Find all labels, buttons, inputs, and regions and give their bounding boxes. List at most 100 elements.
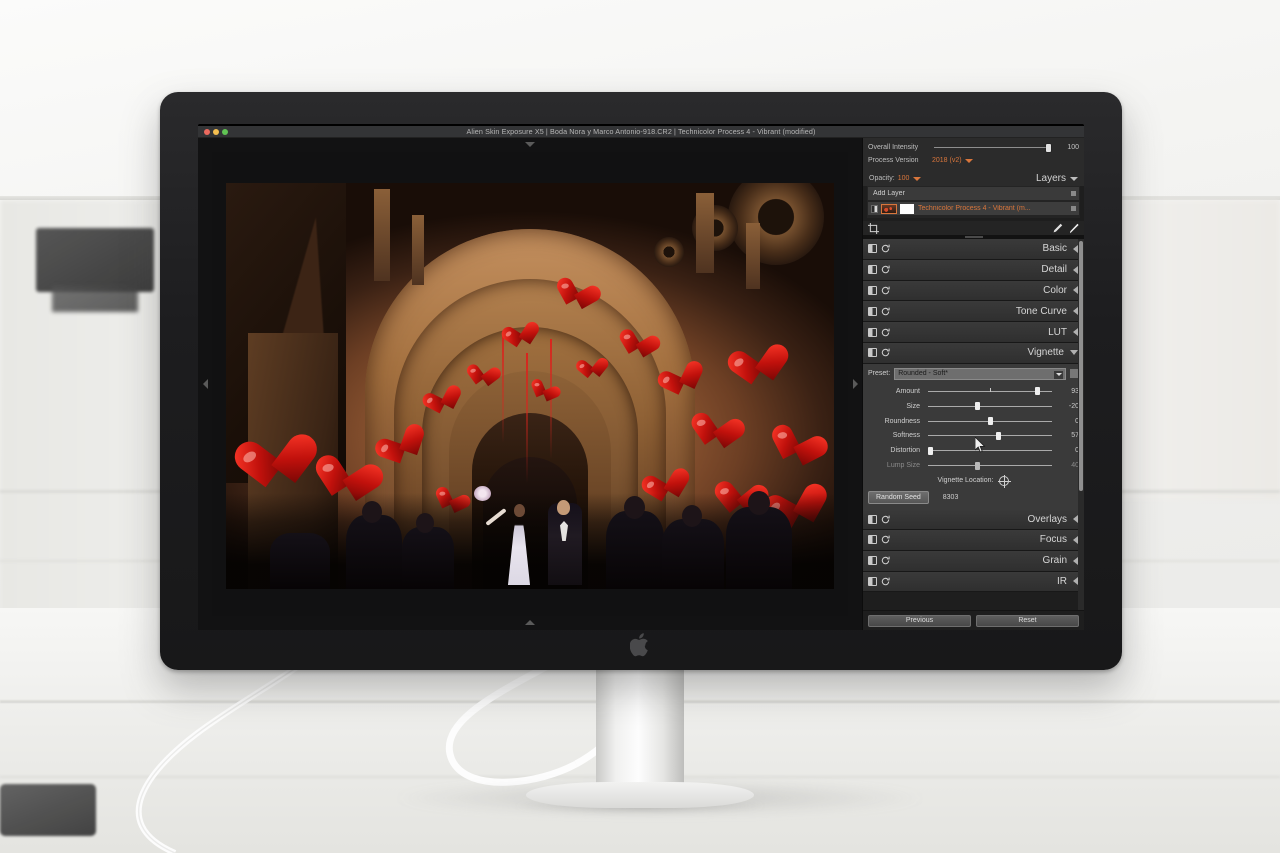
reset-button[interactable]: Reset: [976, 614, 1079, 627]
layer-thumbnail[interactable]: [881, 203, 897, 214]
section-lut[interactable]: LUT: [863, 322, 1084, 343]
layers-chevron-down-icon[interactable]: [1070, 176, 1078, 181]
before-after-icon[interactable]: [868, 244, 877, 254]
brush-icon[interactable]: [1052, 223, 1063, 234]
reset-section-icon[interactable]: [881, 286, 890, 295]
before-after-icon[interactable]: [868, 576, 877, 586]
slider-track[interactable]: [928, 402, 1052, 411]
section-detail[interactable]: Detail: [863, 259, 1084, 281]
slider-track[interactable]: [928, 431, 1052, 440]
before-after-icon[interactable]: [868, 265, 877, 275]
slider-track[interactable]: [928, 461, 1052, 470]
close-button[interactable]: [204, 128, 210, 135]
section-tone-curve[interactable]: Tone Curve: [863, 301, 1084, 323]
slider-handle[interactable]: [996, 431, 1002, 440]
vignette-slider-roundness[interactable]: Roundness 0: [868, 414, 1079, 429]
layer-options-icon[interactable]: [1071, 206, 1076, 211]
before-after-icon[interactable]: [868, 327, 877, 337]
slider-handle[interactable]: [1034, 387, 1040, 396]
vignette-slider-distortion[interactable]: Distortion 0: [868, 443, 1079, 458]
monitor-stand-base: [526, 782, 754, 808]
reset-section-icon[interactable]: [881, 556, 890, 565]
section-color[interactable]: Color: [863, 280, 1084, 302]
vignette-body: Preset: Rounded - Soft* Amount 93 Size -…: [863, 363, 1084, 510]
photo-canvas[interactable]: © Alejandro Gutierrez: [226, 183, 834, 589]
section-vignette[interactable]: Vignette: [863, 342, 1084, 364]
bottom-panel-handle[interactable]: [198, 616, 862, 630]
section-controls: [868, 556, 890, 566]
slider-handle[interactable]: [927, 446, 933, 455]
section-overlays[interactable]: Overlays: [863, 509, 1084, 530]
left-panel-handle[interactable]: [198, 138, 212, 630]
sections-scrollbar-thumb[interactable]: [1079, 241, 1083, 491]
photo-container[interactable]: © Alejandro Gutierrez: [198, 152, 862, 616]
add-layer-button-icon[interactable]: [1071, 191, 1076, 196]
opacity-value[interactable]: 100: [898, 175, 910, 182]
reset-section-icon[interactable]: [881, 328, 890, 337]
reset-section-icon[interactable]: [881, 265, 890, 274]
reset-section-icon[interactable]: [881, 535, 890, 544]
section-controls: [868, 265, 890, 275]
section-grain[interactable]: Grain: [863, 550, 1084, 572]
slider-track[interactable]: [927, 446, 1052, 455]
vignette-location-row: Vignette Location:: [868, 473, 1079, 488]
right-panel: Overall Intensity 100 Process Version 20…: [862, 138, 1084, 630]
zoom-button[interactable]: [222, 128, 228, 135]
sections-top-group: Basic Detail Color Tone Curve LUT Vignet…: [863, 239, 1084, 364]
slider-handle[interactable]: [975, 402, 981, 411]
section-label: Tone Curve: [1015, 305, 1067, 317]
section-basic[interactable]: Basic: [863, 239, 1084, 260]
reset-section-icon[interactable]: [881, 515, 890, 524]
before-after-icon[interactable]: [868, 306, 877, 316]
preset-chevron-down-icon[interactable]: [1054, 370, 1063, 379]
overall-intensity-row[interactable]: Overall Intensity 100: [868, 142, 1079, 153]
process-version-row[interactable]: Process Version 2018 (v2): [868, 155, 1079, 166]
before-after-icon[interactable]: [868, 514, 877, 524]
before-after-icon[interactable]: [868, 556, 877, 566]
random-seed-button[interactable]: Random Seed: [868, 491, 929, 505]
vignette-slider-amount[interactable]: Amount 93: [868, 384, 1079, 399]
section-focus[interactable]: Focus: [863, 529, 1084, 551]
opacity-chevron-down-icon[interactable]: [913, 176, 922, 181]
reset-section-icon[interactable]: [881, 577, 890, 586]
add-layer-label: Add Layer: [873, 190, 905, 197]
previous-button[interactable]: Previous: [868, 614, 971, 627]
crop-icon[interactable]: [868, 222, 879, 234]
layer-row[interactable]: Technicolor Process 4 - Vibrant (m...: [868, 202, 1079, 215]
top-panel-handle[interactable]: [198, 138, 862, 152]
vignette-slider-size[interactable]: Size -20: [868, 399, 1079, 414]
reset-section-icon[interactable]: [881, 348, 890, 357]
chevron-down-icon[interactable]: [1070, 350, 1078, 356]
preset-row: Preset: Rounded - Soft*: [868, 367, 1079, 380]
layer-mask-swatch[interactable]: [900, 203, 914, 214]
slider-track[interactable]: [928, 417, 1052, 425]
section-label: LUT: [1048, 326, 1067, 338]
before-after-icon[interactable]: [868, 285, 877, 295]
before-after-icon[interactable]: [868, 348, 877, 358]
vignette-slider-softness[interactable]: Softness 57: [868, 428, 1079, 443]
reset-section-icon[interactable]: [881, 307, 890, 316]
add-layer-row[interactable]: Add Layer: [868, 187, 1079, 200]
slider-value: 57: [1071, 432, 1079, 440]
minimize-button[interactable]: [213, 128, 219, 135]
reset-section-icon[interactable]: [881, 244, 890, 253]
random-seed-row: Random Seed 8303: [868, 488, 1079, 505]
target-crosshair-icon[interactable]: [998, 474, 1012, 488]
pencil-icon[interactable]: [1068, 223, 1079, 234]
traffic-lights[interactable]: [198, 128, 228, 135]
vignette-slider-lump-size[interactable]: Lump Size 40: [868, 458, 1079, 473]
slider-handle[interactable]: [975, 461, 981, 470]
preset-select[interactable]: Rounded - Soft*: [894, 367, 1066, 380]
layer-visibility-icon[interactable]: [871, 204, 878, 213]
slider-track[interactable]: [928, 387, 1052, 396]
sections-scroll-track[interactable]: [1078, 239, 1084, 610]
slider-handle[interactable]: [987, 417, 993, 425]
application-body: © Alejandro Gutierrez Overall Intensity: [198, 138, 1084, 630]
slider-handle[interactable]: [1046, 144, 1052, 152]
overall-intensity-slider[interactable]: [934, 144, 1052, 152]
chevron-down-icon[interactable]: [964, 158, 973, 163]
process-version-value[interactable]: 2018 (v2): [932, 157, 962, 164]
section-ir[interactable]: IR: [863, 571, 1084, 593]
before-after-icon[interactable]: [868, 535, 877, 545]
right-panel-handle[interactable]: [848, 138, 862, 630]
